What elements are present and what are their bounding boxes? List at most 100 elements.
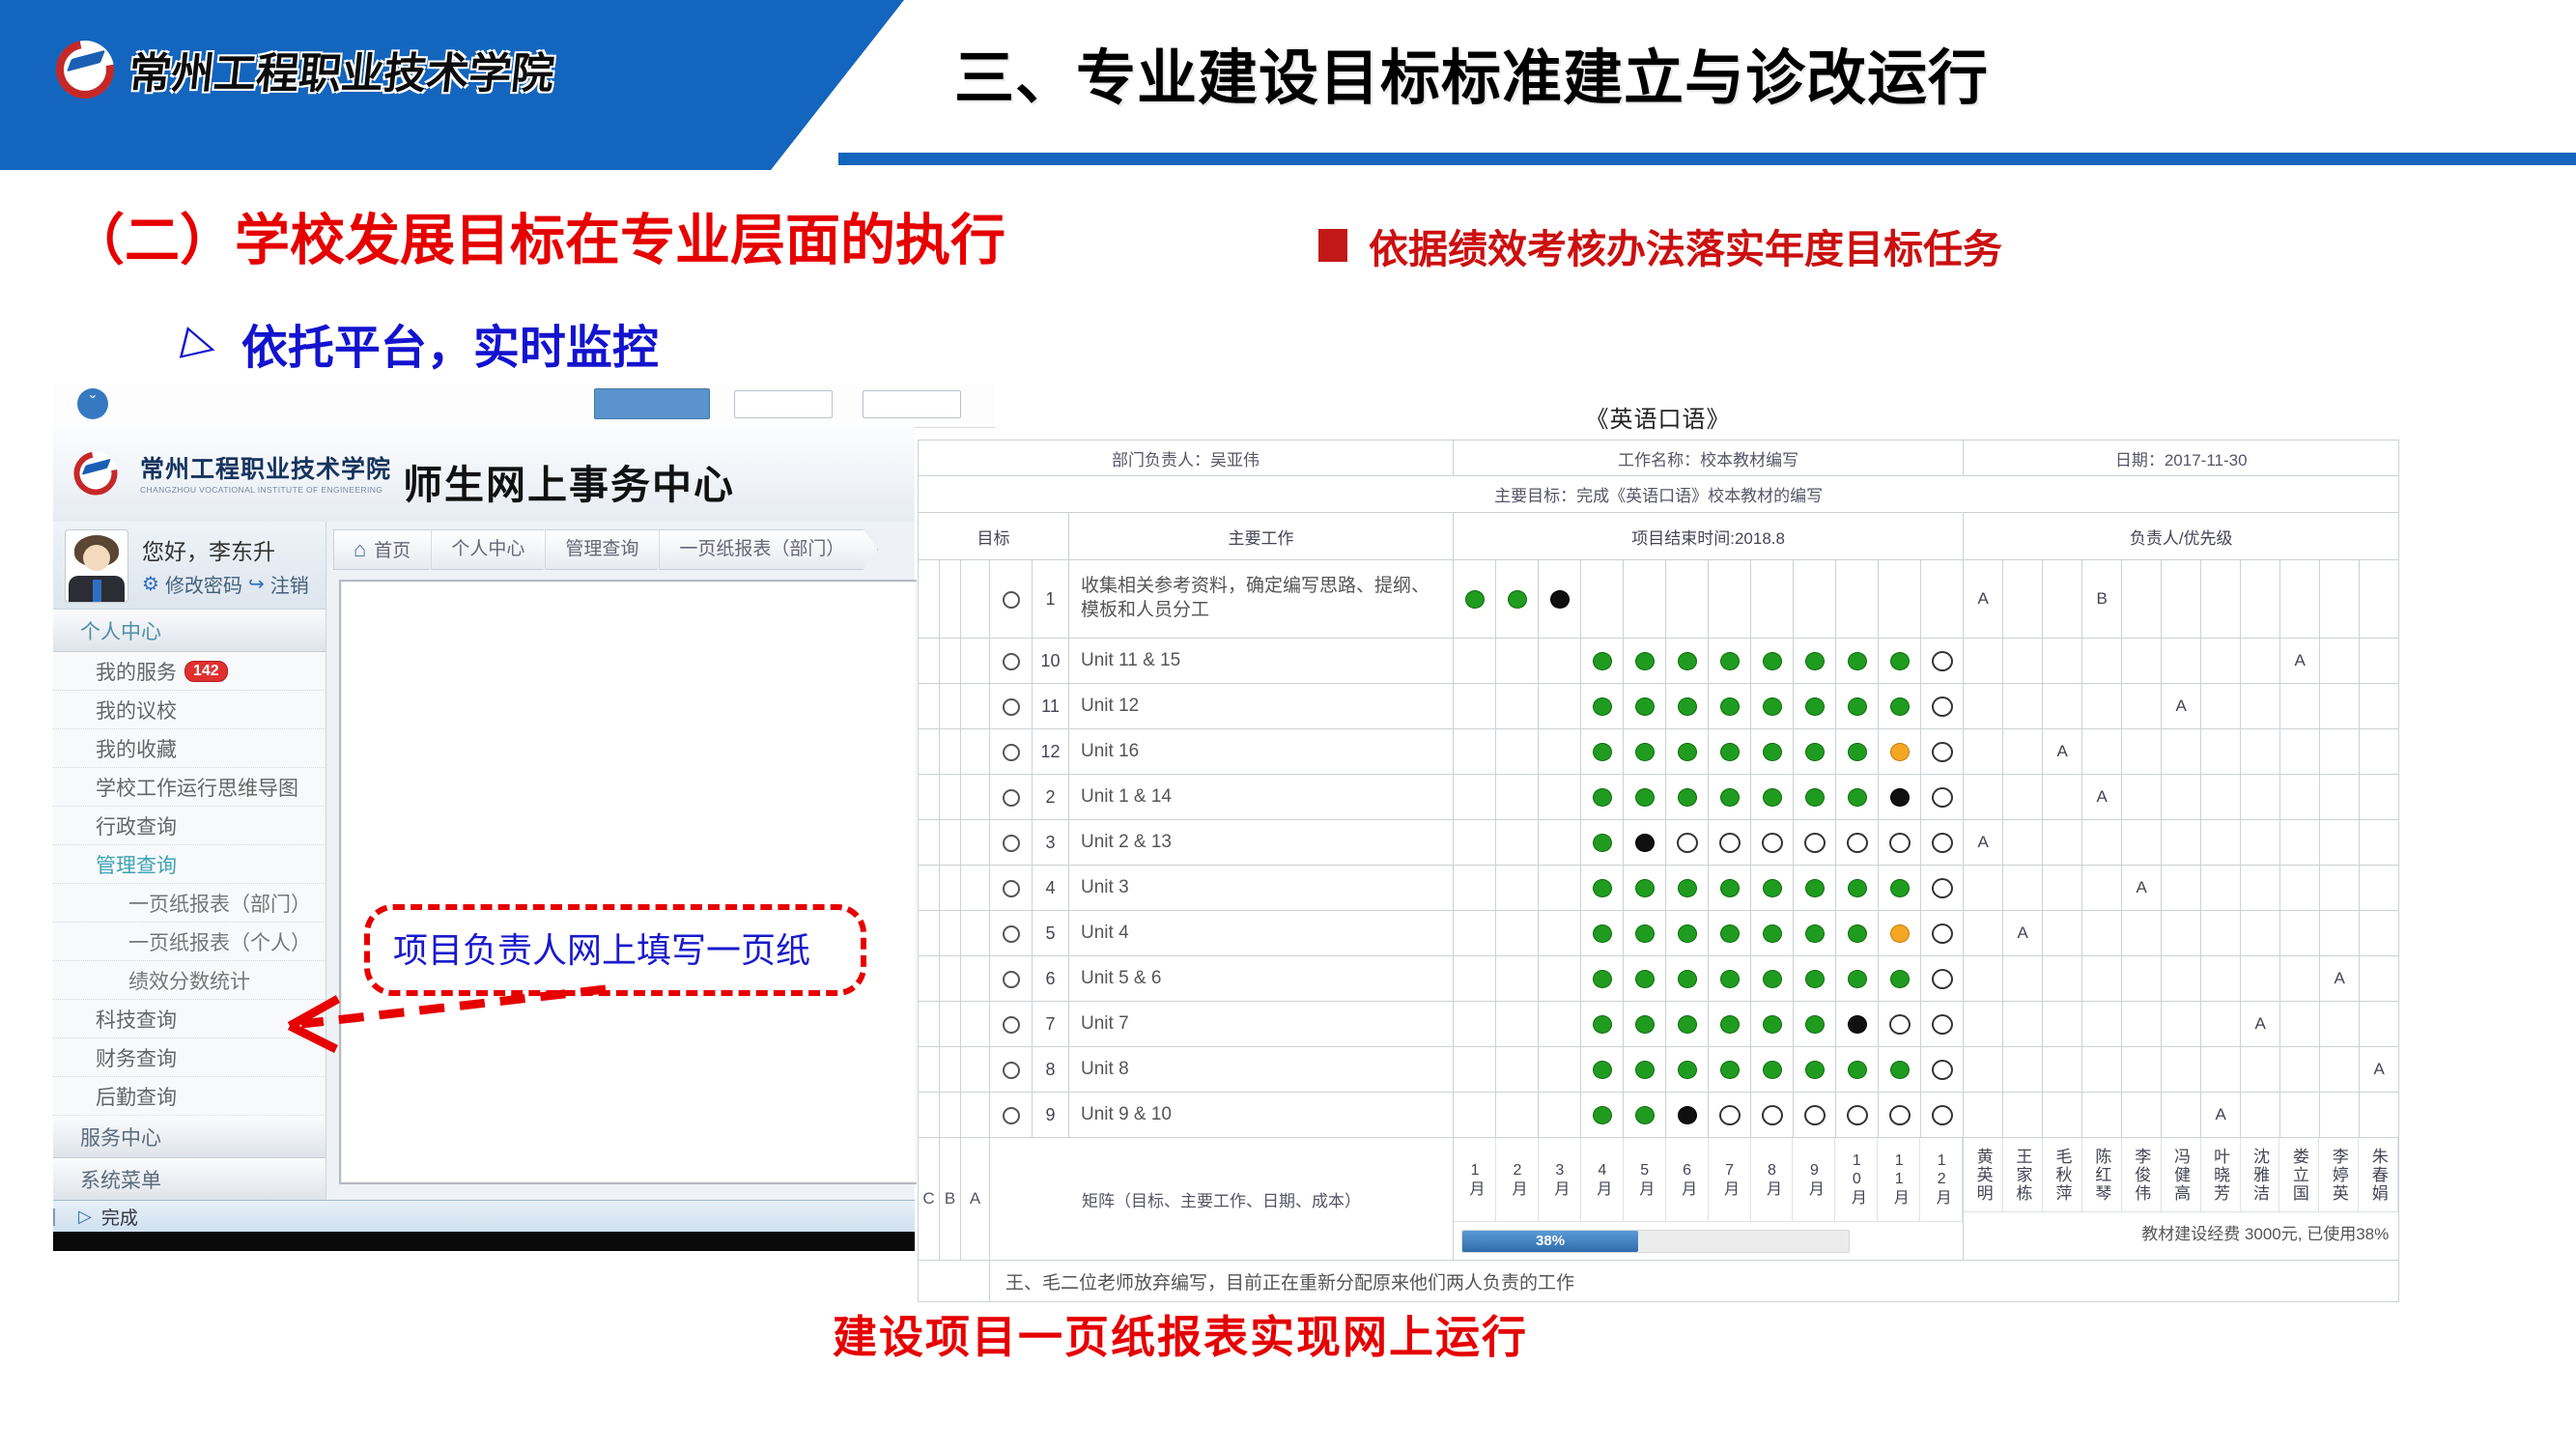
gear-icon: ⚙ [142, 572, 159, 596]
breadcrumb-item[interactable]: ⌂首页 [333, 529, 444, 570]
chrome-primary-button[interactable] [594, 388, 710, 419]
priority-cell [2201, 866, 2241, 911]
month-status-cell [1879, 560, 1921, 639]
priority-cell [2320, 639, 2360, 684]
month-status-cell [1454, 684, 1496, 729]
one-page-report-table: 部门负责人：吴亚伟 工作名称：校本教材编写 日期：2017-11-30主要目标：… [918, 440, 2399, 1302]
month-status-cell [1496, 820, 1539, 866]
month-status-cell [1709, 820, 1751, 866]
month-status-cell [1794, 639, 1836, 684]
sidebar-item[interactable]: 后勤查询 [53, 1077, 326, 1116]
status-dot-icon [1763, 652, 1782, 670]
month-status-cell [1666, 956, 1709, 1002]
chrome-button[interactable] [734, 390, 833, 418]
month-status-cell [1454, 560, 1496, 639]
task-row: 8Unit 8A [919, 1047, 2399, 1093]
priority-cell: A [1964, 560, 2003, 639]
sidebar-item[interactable]: 行政查询 [53, 807, 326, 845]
priority-cell: A [1964, 820, 2003, 866]
portal-logo-icon [72, 450, 119, 497]
month-status-cell [1496, 729, 1539, 775]
priority-cell: A [2241, 1002, 2280, 1047]
month-status-cell [1666, 1093, 1709, 1138]
month-label: 11月 [1878, 1138, 1920, 1222]
sidebar-item[interactable]: 管理查询 [53, 845, 326, 884]
task-radio[interactable] [990, 639, 1033, 684]
sidebar: 您好，李东升 ⚙ 修改密码 ↪ 注销 个人中心我的服务142我的议校我的收藏学校… [53, 522, 326, 1200]
status-dot-icon [1678, 924, 1697, 943]
month-status-cell [1921, 775, 1964, 820]
month-status-cell [1879, 911, 1921, 956]
priority-cell [2280, 729, 2320, 775]
month-status-cell [1751, 1047, 1794, 1093]
priority-cell [2122, 775, 2162, 820]
task-radio[interactable] [990, 775, 1033, 820]
sidebar-item[interactable]: 我的收藏 [53, 729, 326, 768]
status-dot-icon [1932, 787, 1953, 808]
month-label: 12月 [1920, 1138, 1963, 1222]
month-status-cell [1496, 639, 1539, 684]
priority-cell [2082, 1002, 2122, 1047]
sidebar-item[interactable]: 我的议校 [53, 691, 326, 729]
task-radio[interactable] [990, 729, 1033, 775]
month-status-cell [1666, 820, 1709, 866]
status-dot-icon [1678, 970, 1697, 988]
priority-cell [2122, 684, 2162, 729]
sidebar-item[interactable]: 一页纸报表（个人） [53, 923, 326, 961]
sidebar-item[interactable]: 服务中心 [53, 1116, 326, 1158]
month-status-cell [1879, 956, 1921, 1002]
month-status-cell [1751, 639, 1794, 684]
status-dot-icon [1635, 1061, 1655, 1079]
sidebar-item[interactable]: 学校工作运行思维导图 [53, 768, 326, 807]
task-radio[interactable] [990, 684, 1033, 729]
month-status-cell [1581, 1002, 1624, 1047]
priority-cell [2280, 560, 2320, 639]
task-radio[interactable] [990, 820, 1033, 866]
month-label: 8月 [1751, 1138, 1794, 1222]
status-dot-icon [1720, 924, 1740, 943]
change-password-link[interactable]: 修改密码 [165, 570, 242, 598]
status-dot-icon [1593, 924, 1612, 943]
task-number: 3 [1033, 820, 1069, 866]
slide-title: 三、专业建设目标标准建立与诊改运行 [954, 29, 1989, 116]
month-status-cell [1709, 775, 1751, 820]
status-dot-icon [1677, 833, 1698, 853]
task-radio[interactable] [990, 560, 1033, 639]
breadcrumb-item[interactable]: 管理查询 [545, 529, 672, 570]
task-radio[interactable] [990, 1047, 1033, 1093]
sidebar-item[interactable]: 一页纸报表（部门） [53, 884, 326, 923]
priority-cell [2241, 560, 2280, 639]
priority-cell [2162, 956, 2201, 1002]
priority-cell [2122, 1093, 2162, 1138]
month-status-cell [1709, 866, 1751, 911]
breadcrumb-item[interactable]: 一页纸报表（部门） [659, 529, 878, 570]
task-radio[interactable] [990, 1093, 1033, 1138]
month-label: 7月 [1709, 1138, 1751, 1222]
task-radio[interactable] [990, 956, 1033, 1002]
month-status-cell [1879, 866, 1921, 911]
task-radio[interactable] [990, 911, 1033, 956]
task-radio[interactable] [990, 866, 1033, 911]
member-name: 黄英明 [1964, 1138, 2003, 1212]
logout-link[interactable]: 注销 [270, 570, 309, 598]
browser-icon[interactable]: ˇ [77, 388, 108, 419]
task-radio[interactable] [990, 1002, 1033, 1047]
months-footer: 1月2月3月4月5月6月7月8月9月10月11月12月 38% [1454, 1138, 1964, 1261]
sidebar-item-label: 财务查询 [96, 1043, 177, 1072]
priority-cell [2043, 1047, 2082, 1093]
status-dot-icon [1635, 743, 1655, 761]
work-name-cell: 工作名称：校本教材编写 [1454, 441, 1964, 476]
priority-cell [2082, 866, 2122, 911]
status-dot-icon [1804, 833, 1826, 853]
sidebar-item[interactable]: 我的服务142 [53, 652, 326, 691]
priority-cell: A [2162, 684, 2201, 729]
priority-cell [2201, 775, 2241, 820]
sidebar-item[interactable]: 系统菜单 [53, 1158, 326, 1201]
member-name: 王家栋 [2003, 1138, 2043, 1212]
month-status-cell [1794, 911, 1836, 956]
sidebar-item[interactable]: 个人中心 [53, 610, 326, 652]
month-status-cell [1454, 956, 1496, 1002]
month-status-cell [1709, 956, 1751, 1002]
breadcrumb-item[interactable]: 个人中心 [431, 529, 558, 570]
portal-header: 常州工程职业技术学院 CHANGZHOU VOCATIONAL INSTITUT… [53, 427, 915, 523]
